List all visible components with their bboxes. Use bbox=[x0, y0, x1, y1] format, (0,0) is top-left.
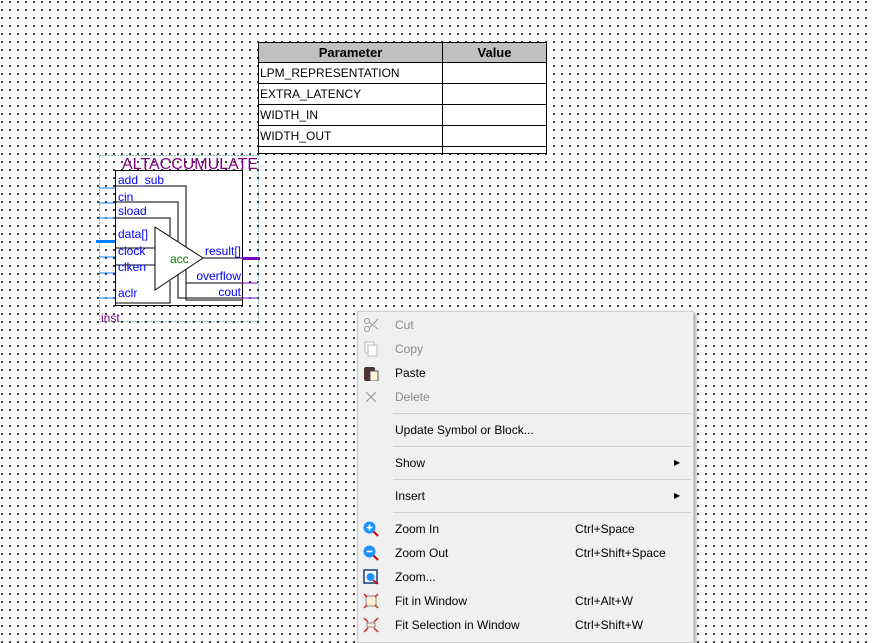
menu-separator bbox=[393, 479, 691, 480]
pin-sload[interactable]: sload bbox=[118, 204, 147, 218]
delete-x-icon bbox=[365, 391, 377, 403]
menu-item-show[interactable]: Show ▶ bbox=[358, 452, 693, 474]
param-value[interactable] bbox=[442, 104, 547, 126]
header-value: Value bbox=[442, 42, 547, 63]
pin-cout[interactable]: cout bbox=[218, 285, 241, 299]
table-row-empty bbox=[258, 146, 547, 154]
menu-item-fit-in-window[interactable]: Fit in Window Ctrl+Alt+W bbox=[358, 590, 693, 612]
pin-overflow[interactable]: overflow bbox=[196, 269, 241, 283]
pin-data[interactable]: data[] bbox=[118, 227, 148, 241]
symbol-title: ALTACCUMULATE bbox=[122, 156, 258, 173]
menu-separator bbox=[393, 512, 691, 513]
zoom-out-icon bbox=[363, 545, 379, 561]
menu-item-cut[interactable]: Cut bbox=[358, 314, 693, 336]
table-row[interactable]: WIDTH_IN bbox=[258, 104, 547, 126]
menu-item-update-symbol[interactable]: Update Symbol or Block... bbox=[358, 419, 693, 441]
zoom-icon bbox=[363, 569, 379, 585]
instance-name: inst bbox=[101, 311, 120, 325]
context-menu[interactable]: Cut Copy Paste Delete Update Symbol or B… bbox=[357, 311, 694, 643]
copy-icon bbox=[364, 341, 378, 357]
table-row[interactable]: EXTRA_LATENCY bbox=[258, 83, 547, 105]
menu-item-copy[interactable]: Copy bbox=[358, 338, 693, 360]
menu-item-zoom[interactable]: Zoom... bbox=[358, 566, 693, 588]
menu-item-delete[interactable]: Delete bbox=[358, 386, 693, 408]
table-row[interactable]: WIDTH_OUT bbox=[258, 125, 547, 147]
pin-clock[interactable]: clock bbox=[118, 244, 146, 258]
paste-icon bbox=[364, 367, 379, 381]
menu-item-paste[interactable]: Paste bbox=[358, 362, 693, 384]
input-wires bbox=[96, 187, 115, 299]
menu-item-zoom-in[interactable]: Zoom In Ctrl+Space bbox=[358, 518, 693, 540]
pin-result[interactable]: result[] bbox=[205, 244, 241, 258]
scissors-icon bbox=[364, 318, 379, 332]
pin-aclr[interactable]: aclr bbox=[118, 286, 137, 300]
pin-cin[interactable]: cin bbox=[118, 190, 133, 204]
output-wires bbox=[242, 257, 260, 299]
menu-separator bbox=[393, 446, 691, 447]
param-value[interactable] bbox=[442, 62, 547, 84]
param-value[interactable] bbox=[442, 83, 547, 105]
pin-add-sub[interactable]: add_sub bbox=[118, 173, 164, 187]
parameter-table[interactable]: Parameter Value LPM_REPRESENTATION EXTRA_… bbox=[258, 42, 547, 154]
submenu-arrow-icon: ▶ bbox=[674, 491, 681, 500]
menu-item-zoom-out[interactable]: Zoom Out Ctrl+Shift+Space bbox=[358, 542, 693, 564]
menu-separator bbox=[393, 413, 691, 414]
altaccumulate-symbol[interactable]: ALTACCUMULATE inst acc add_sub cin sload… bbox=[0, 0, 300, 330]
table-row[interactable]: LPM_REPRESENTATION bbox=[258, 62, 547, 84]
core-label: acc bbox=[170, 252, 189, 266]
param-value[interactable] bbox=[442, 125, 547, 147]
pin-clken[interactable]: clken bbox=[118, 260, 146, 274]
fit-window-icon bbox=[363, 593, 379, 609]
zoom-in-icon bbox=[363, 521, 379, 537]
menu-item-insert[interactable]: Insert ▶ bbox=[358, 485, 693, 507]
submenu-arrow-icon: ▶ bbox=[674, 458, 681, 467]
fit-selection-icon bbox=[363, 617, 379, 633]
